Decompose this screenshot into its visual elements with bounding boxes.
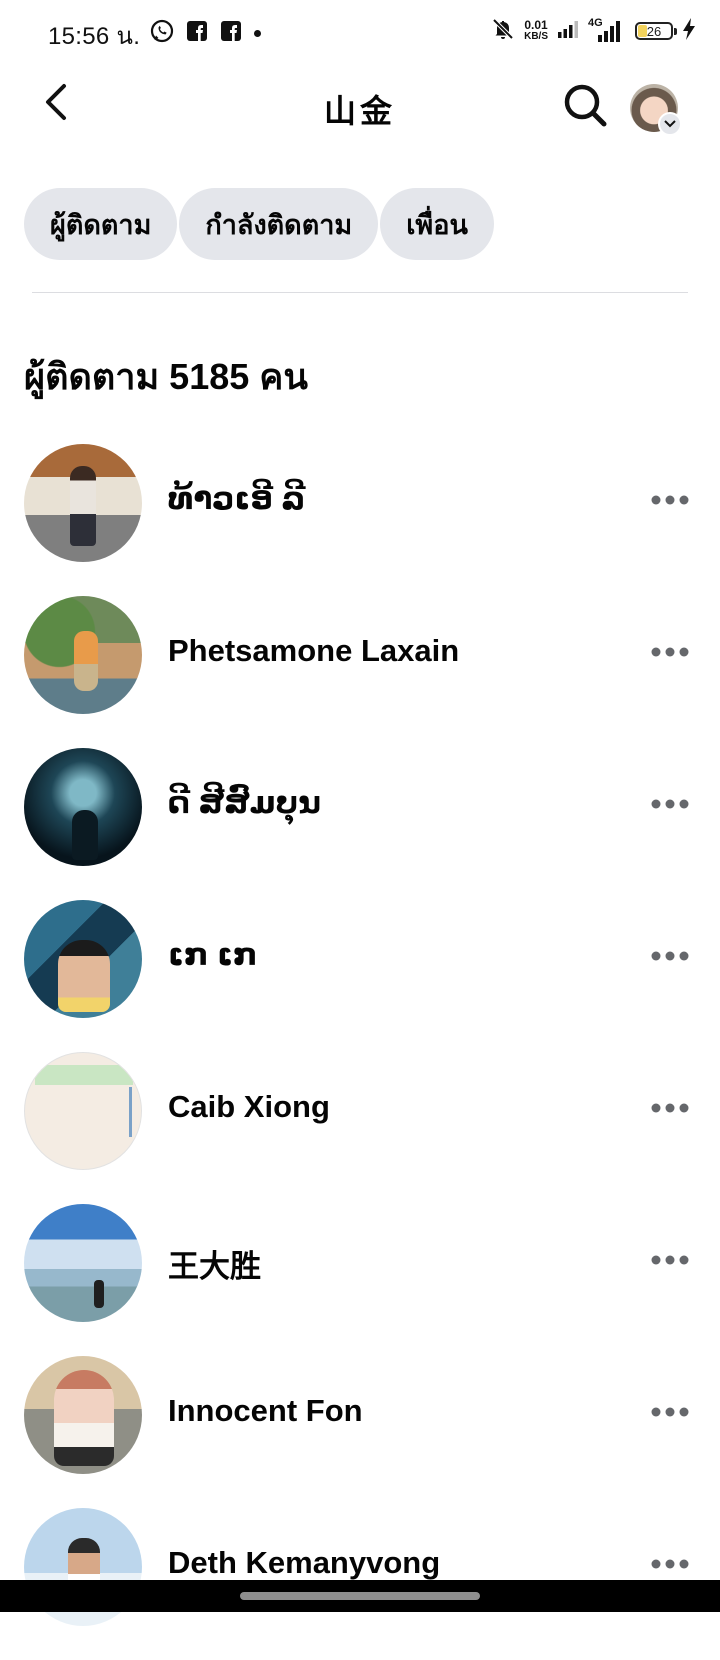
more-horizontal-icon [650,1557,690,1575]
avatar[interactable] [24,444,142,562]
net-speed: 0.01 KB/S [524,18,548,42]
net-speed-value: 0.01 [524,18,548,32]
battery-fill [638,25,647,37]
tab-following[interactable]: กำลังติดตาม [179,188,379,260]
status-app-icons [150,19,261,48]
status-system-icons: 0.01 KB/S 4G 26 [491,16,696,46]
facebook-icon [220,20,242,47]
tab-row: ผู้ติดตาม กำลังติดตาม เพื่อน [24,188,494,260]
avatar[interactable] [24,1204,142,1322]
chevron-down-icon [658,112,682,136]
list-item[interactable]: Phetsamone Laxain [0,596,720,748]
more-horizontal-icon [650,1101,690,1119]
more-horizontal-icon [650,797,690,815]
tab-friends[interactable]: เพื่อน [380,188,494,260]
bell-off-icon [491,17,515,46]
system-nav-bar [0,1580,720,1612]
follower-name[interactable]: Deth Kemanyvong [168,1545,440,1581]
follower-name[interactable]: Phetsamone Laxain [168,633,459,669]
status-time: 15:56 น. [48,23,141,50]
list-item[interactable]: Caib Xiong [0,1052,720,1204]
follower-list: ທ້າວເອີ ລີ Phetsamone Laxain ດີ ສີສົມບຸນ… [0,444,720,1660]
signal-icon [557,19,579,44]
follower-name[interactable]: ທ້າວເອີ ລີ [168,481,305,517]
facebook-icon [186,20,208,47]
home-indicator[interactable] [240,1592,480,1600]
page-title: 山金 [323,93,396,129]
battery-icon: 26 [635,22,677,40]
more-horizontal-icon [650,1253,690,1271]
more-horizontal-icon [650,1405,690,1423]
follower-name[interactable]: ດີ ສີສົມບຸນ [168,785,321,821]
signal-4g-icon: 4G [588,17,626,43]
follower-name[interactable]: Innocent Fon [168,1393,363,1429]
more-options-button[interactable] [646,484,694,520]
net-speed-unit: KB/S [524,31,548,42]
tab-followers[interactable]: ผู้ติดตาม [24,188,178,260]
whatsapp-icon [150,19,174,48]
avatar[interactable] [24,1356,142,1474]
battery-level: 26 [646,23,662,39]
list-item[interactable]: ທ້າວເອີ ລີ [0,444,720,596]
account-avatar[interactable] [630,84,682,136]
more-horizontal-icon [650,949,690,967]
list-item[interactable]: 王大胜 [0,1204,720,1356]
avatar[interactable] [24,596,142,714]
more-options-button[interactable] [646,940,694,976]
more-options-button[interactable] [646,1092,694,1128]
more-options-button[interactable] [646,1548,694,1584]
search-icon [562,82,608,133]
more-options-button[interactable] [646,636,694,672]
follower-name[interactable]: ເກ ເກ [168,937,258,973]
more-options-button[interactable] [646,1244,694,1280]
divider [32,292,688,293]
follower-name[interactable]: 王大胜 [168,1241,261,1286]
list-item[interactable]: Innocent Fon [0,1356,720,1508]
avatar[interactable] [24,748,142,866]
search-button[interactable] [560,82,610,132]
avatar[interactable] [24,900,142,1018]
follower-count-heading: ผู้ติดตาม 5185 คน [24,356,308,397]
more-horizontal-icon [650,645,690,663]
avatar[interactable] [24,1052,142,1170]
more-horizontal-icon [650,493,690,511]
app-header: 山金 [0,64,720,164]
more-options-button[interactable] [646,788,694,824]
list-item[interactable]: ເກ ເກ [0,900,720,1052]
more-options-button[interactable] [646,1396,694,1432]
charging-bolt-icon [682,17,696,45]
follower-name[interactable]: Caib Xiong [168,1089,330,1125]
list-item[interactable]: ດີ ສີສົມບຸນ [0,748,720,900]
status-bar: 15:56 น. 0.01 KB/S 4G 26 [0,0,720,64]
notification-dot [254,30,261,37]
